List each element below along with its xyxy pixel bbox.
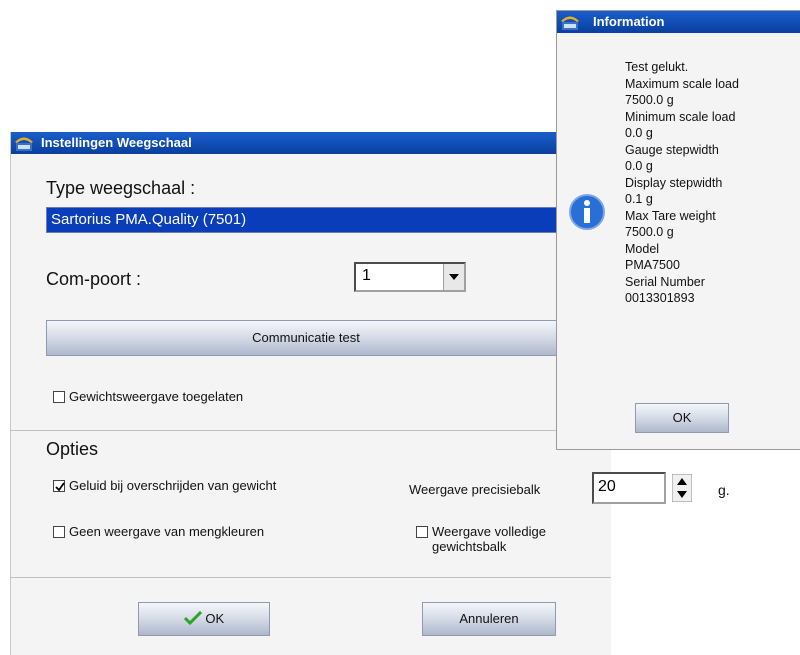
ok-button-label: OK xyxy=(205,611,225,626)
precision-unit: g. xyxy=(718,482,730,498)
info-line: Max Tare weight xyxy=(625,208,716,223)
info-line: Model xyxy=(625,241,660,256)
scale-app-icon xyxy=(561,16,579,30)
info-line: Maximum scale load xyxy=(625,76,739,91)
green-check-icon xyxy=(183,610,202,626)
precision-value: 20 xyxy=(598,478,616,495)
info-line: Test gelukt. xyxy=(625,60,689,74)
sound-over-weight-label: Geluid bij overschrijden van gewicht xyxy=(69,478,277,493)
precision-spinner[interactable]: 20 xyxy=(592,472,698,504)
com-port-value: 1 xyxy=(362,267,371,284)
precision-bar-label: Weergave precisiebalk xyxy=(409,482,541,497)
weight-display-label: Gewichtsweergave toegelaten xyxy=(69,389,244,404)
divider xyxy=(11,430,611,431)
info-ok-button[interactable]: OK xyxy=(635,403,729,433)
info-line: 7500.0 g xyxy=(625,93,674,107)
information-text: Test gelukt. Maximum scale load 7500.0 g Mi… xyxy=(625,59,739,307)
info-line: Display stepwidth xyxy=(625,175,723,190)
information-dialog-titlebar[interactable]: Information xyxy=(557,11,800,33)
communication-test-button[interactable]: Communicatie test xyxy=(46,320,566,356)
sound-over-weight-checkbox[interactable] xyxy=(53,480,65,492)
settings-dialog-titlebar[interactable]: Instellingen Weegschaal xyxy=(11,132,611,154)
info-line: 7500.0 g xyxy=(625,225,674,239)
com-port-dropdown[interactable]: 1 xyxy=(354,262,466,292)
settings-dialog-title: Instellingen Weegschaal xyxy=(41,135,192,150)
full-weight-bar-checkbox[interactable] xyxy=(416,526,428,538)
com-port-dropdown-button[interactable] xyxy=(443,264,464,290)
info-line: 0.0 g xyxy=(625,126,653,140)
scale-type-label: Type weegschaal : xyxy=(46,178,196,198)
chevron-down-icon xyxy=(449,274,459,280)
info-icon xyxy=(569,194,605,230)
weight-display-checkbox[interactable] xyxy=(53,391,65,403)
full-weight-bar-label: Weergave volledige gewichtsbalk xyxy=(432,524,546,554)
precision-input[interactable]: 20 xyxy=(592,472,666,504)
info-line: 0.1 g xyxy=(625,192,653,206)
ok-button[interactable]: OK xyxy=(138,602,270,636)
scale-type-value: Sartorius PMA.Quality (7501) xyxy=(51,211,247,228)
checkmark-icon xyxy=(55,482,65,492)
cancel-button[interactable]: Annuleren xyxy=(422,602,556,636)
settings-dialog: Instellingen Weegschaal Type weegschaal … xyxy=(10,132,730,655)
info-line: Minimum scale load xyxy=(625,109,736,124)
divider xyxy=(11,577,611,578)
info-ok-label: OK xyxy=(672,410,692,425)
info-line: 0.0 g xyxy=(625,159,653,173)
mix-colors-checkbox[interactable] xyxy=(53,526,65,538)
info-line: PMA7500 xyxy=(625,258,680,272)
spinner-arrows-icon[interactable] xyxy=(672,474,692,502)
information-dialog: Information Test gelukt. Maximum scale lo… xyxy=(556,10,800,450)
mix-colors-label: Geen weergave van mengkleuren xyxy=(69,524,265,539)
scale-app-icon xyxy=(15,137,33,151)
communication-test-label: Communicatie test xyxy=(252,330,360,345)
info-line: Serial Number xyxy=(625,274,705,289)
scale-type-select[interactable]: Sartorius PMA.Quality (7501) xyxy=(46,207,566,233)
info-line: Gauge stepwidth xyxy=(625,142,719,157)
com-port-label: Com-poort : xyxy=(46,269,142,289)
information-dialog-title: Information xyxy=(593,14,665,29)
cancel-button-label: Annuleren xyxy=(459,611,519,626)
options-heading: Opties xyxy=(46,439,99,459)
info-line: 0013301893 xyxy=(625,291,695,305)
